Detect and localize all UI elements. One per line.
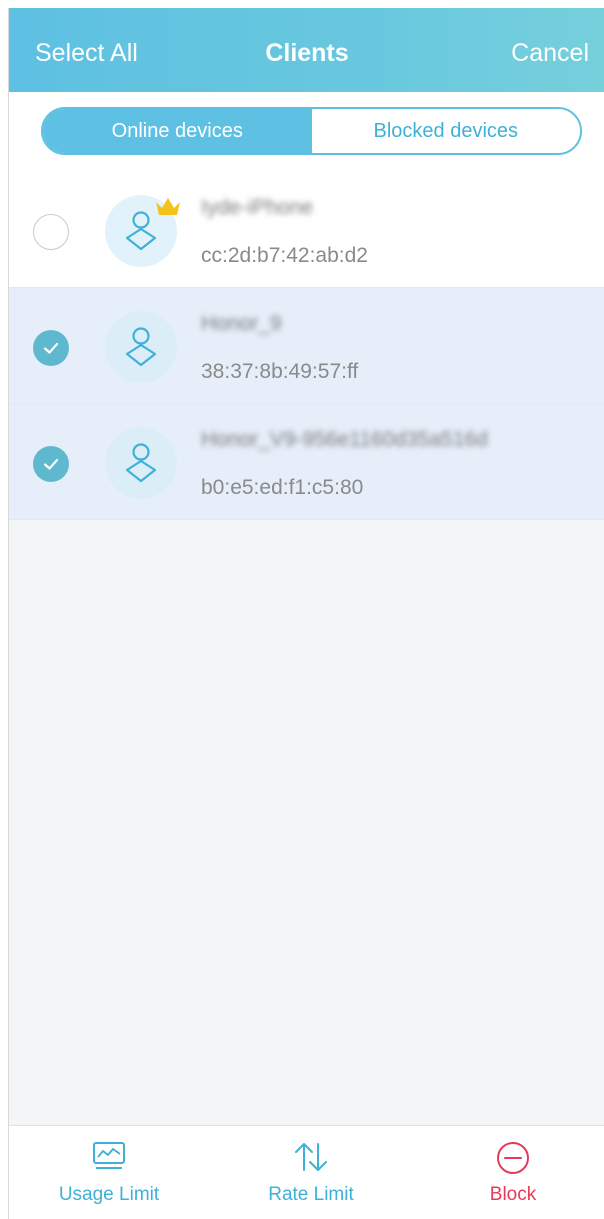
- up-down-arrows-icon: [211, 1140, 411, 1174]
- header-bar: Select All Clients Cancel: [9, 8, 604, 92]
- crown-icon: [154, 196, 182, 223]
- device-row[interactable]: Honor_V9-956e1160d35a516d b0:e5:ed:f1:c5…: [9, 404, 604, 520]
- device-row[interactable]: Iyde-iPhone cc:2d:b7:42:ab:d2: [9, 172, 604, 288]
- rate-limit-button[interactable]: Rate Limit: [211, 1126, 411, 1219]
- clients-screen: Select All Clients Cancel Online devices…: [8, 8, 604, 1219]
- device-mac: 38:37:8b:49:57:ff: [201, 360, 359, 383]
- bottom-toolbar: Usage Limit Rate Limit Block: [9, 1125, 604, 1219]
- block-icon: [413, 1140, 604, 1176]
- device-name: Honor_9: [201, 312, 282, 335]
- device-name: Iyde-iPhone: [201, 196, 314, 219]
- client-icon: [105, 427, 177, 499]
- check-icon: [43, 342, 59, 354]
- device-tabs-bar: Online devices Blocked devices: [9, 92, 604, 172]
- select-all-button[interactable]: Select All: [35, 39, 138, 68]
- usage-limit-label: Usage Limit: [58, 1184, 160, 1205]
- usage-chart-icon: [9, 1140, 209, 1172]
- block-label: Block: [489, 1184, 537, 1205]
- usage-limit-button[interactable]: Usage Limit: [9, 1126, 209, 1219]
- tab-blocked-devices[interactable]: Blocked devices: [311, 109, 580, 153]
- page-title: Clients: [265, 39, 349, 67]
- cancel-button[interactable]: Cancel: [511, 39, 589, 68]
- select-checkbox[interactable]: [33, 446, 69, 482]
- device-row[interactable]: Honor_9 38:37:8b:49:57:ff: [9, 288, 604, 404]
- device-mac: b0:e5:ed:f1:c5:80: [201, 476, 364, 499]
- select-checkbox[interactable]: [33, 214, 69, 250]
- device-list: Iyde-iPhone cc:2d:b7:42:ab:d2 Honor_9 38…: [9, 172, 604, 520]
- rate-limit-label: Rate Limit: [268, 1184, 354, 1205]
- block-button[interactable]: Block: [413, 1126, 604, 1219]
- check-icon: [43, 458, 59, 470]
- select-checkbox[interactable]: [33, 330, 69, 366]
- segmented-control: Online devices Blocked devices: [41, 107, 582, 155]
- tab-online-devices[interactable]: Online devices: [43, 109, 312, 153]
- device-mac: cc:2d:b7:42:ab:d2: [201, 244, 368, 267]
- client-icon: [105, 311, 177, 383]
- device-name: Honor_V9-956e1160d35a516d: [201, 428, 488, 451]
